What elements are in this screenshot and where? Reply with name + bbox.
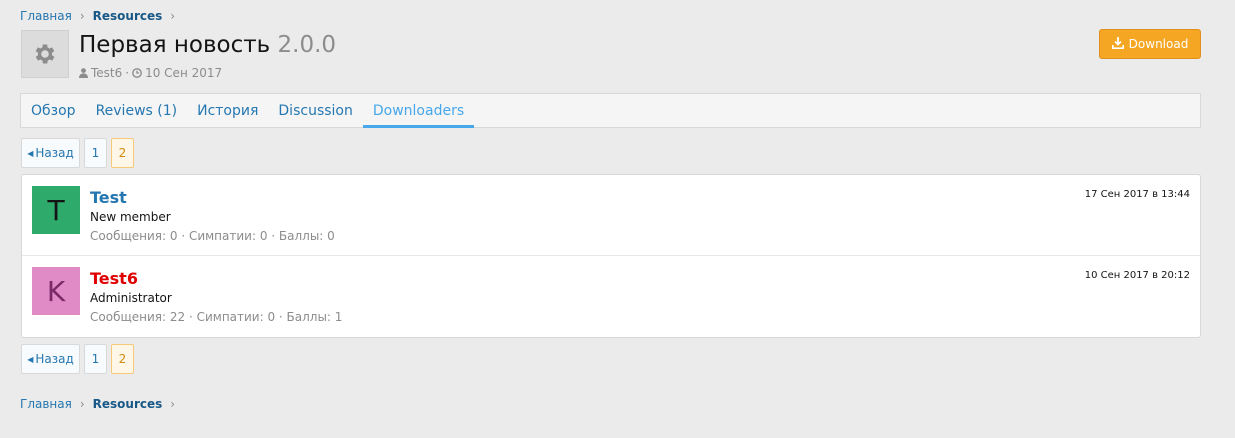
- breadcrumb-home[interactable]: Главная: [20, 397, 72, 411]
- page-title: Первая новость 2.0.0: [79, 30, 336, 60]
- breadcrumb-separator: ›: [79, 9, 85, 23]
- download-date: 17 Сен 2017 в 13:44: [1084, 189, 1190, 200]
- pagination-page-1[interactable]: 1: [84, 344, 107, 374]
- pagination-page-2[interactable]: 2: [111, 344, 134, 374]
- avatar[interactable]: K: [32, 267, 80, 315]
- breadcrumb-separator: ›: [79, 397, 85, 411]
- user-stats: Сообщения: 22 · Симпатии: 0 · Баллы: 1: [90, 310, 343, 324]
- download-label: Download: [1128, 37, 1189, 51]
- caret-left-icon: ◀: [27, 354, 34, 364]
- resource-version: 2.0.0: [277, 32, 337, 58]
- pagination-top: ◀ Назад 1 2: [21, 138, 134, 168]
- download-button[interactable]: Download: [1099, 29, 1201, 59]
- resource-tabs: Обзор Reviews (1) История Discussion Dow…: [20, 93, 1201, 128]
- pagination-prev-button[interactable]: ◀ Назад: [21, 138, 80, 168]
- pagination-page-2[interactable]: 2: [111, 138, 134, 168]
- gear-icon: [21, 30, 69, 78]
- list-item: K Test6 Administrator Сообщения: 22 · Си…: [22, 256, 1200, 337]
- meta-separator: ·: [125, 66, 130, 80]
- download-date: 10 Сен 2017 в 20:12: [1084, 270, 1190, 281]
- user-title: New member: [90, 210, 171, 224]
- username-link[interactable]: Test: [90, 188, 127, 207]
- pagination-prev-label: Назад: [35, 352, 74, 366]
- tab-history[interactable]: История: [187, 94, 268, 127]
- breadcrumb-resources[interactable]: Resources: [93, 397, 163, 411]
- caret-left-icon: ◀: [27, 148, 34, 158]
- resource-author[interactable]: Test6: [91, 66, 122, 80]
- tab-overview[interactable]: Обзор: [21, 94, 86, 127]
- username-link[interactable]: Test6: [90, 269, 138, 288]
- resource-meta: Test6 · 10 Сен 2017: [79, 66, 222, 80]
- user-title: Administrator: [90, 291, 172, 305]
- tab-downloaders[interactable]: Downloaders: [362, 94, 475, 128]
- breadcrumb-bottom: Главная › Resources ›: [20, 397, 183, 411]
- resource-date: 10 Сен 2017: [145, 66, 223, 80]
- pagination-page-1[interactable]: 1: [84, 138, 107, 168]
- pagination-prev-label: Назад: [35, 146, 74, 160]
- download-icon: [1111, 36, 1129, 52]
- user-stats: Сообщения: 0 · Симпатии: 0 · Баллы: 0: [90, 229, 335, 243]
- breadcrumb-resources[interactable]: Resources: [93, 9, 163, 23]
- tab-reviews[interactable]: Reviews (1): [86, 94, 188, 127]
- breadcrumb-separator: ›: [170, 397, 176, 411]
- list-item: T Test New member Сообщения: 0 · Симпати…: [22, 175, 1200, 256]
- pagination-bottom: ◀ Назад 1 2: [21, 344, 134, 374]
- clock-icon: [132, 68, 142, 78]
- breadcrumb-separator: ›: [170, 9, 176, 23]
- breadcrumb-top: Главная › Resources ›: [20, 9, 183, 23]
- avatar[interactable]: T: [32, 186, 80, 234]
- user-icon: [79, 68, 88, 78]
- downloaders-list: T Test New member Сообщения: 0 · Симпати…: [21, 174, 1201, 338]
- resource-title: Первая новость: [79, 32, 271, 58]
- pagination-prev-button[interactable]: ◀ Назад: [21, 344, 80, 374]
- breadcrumb-home[interactable]: Главная: [20, 9, 72, 23]
- tab-discussion[interactable]: Discussion: [268, 94, 362, 127]
- resource-header: Первая новость 2.0.0 Test6 · 10 Сен 2017: [21, 30, 1201, 82]
